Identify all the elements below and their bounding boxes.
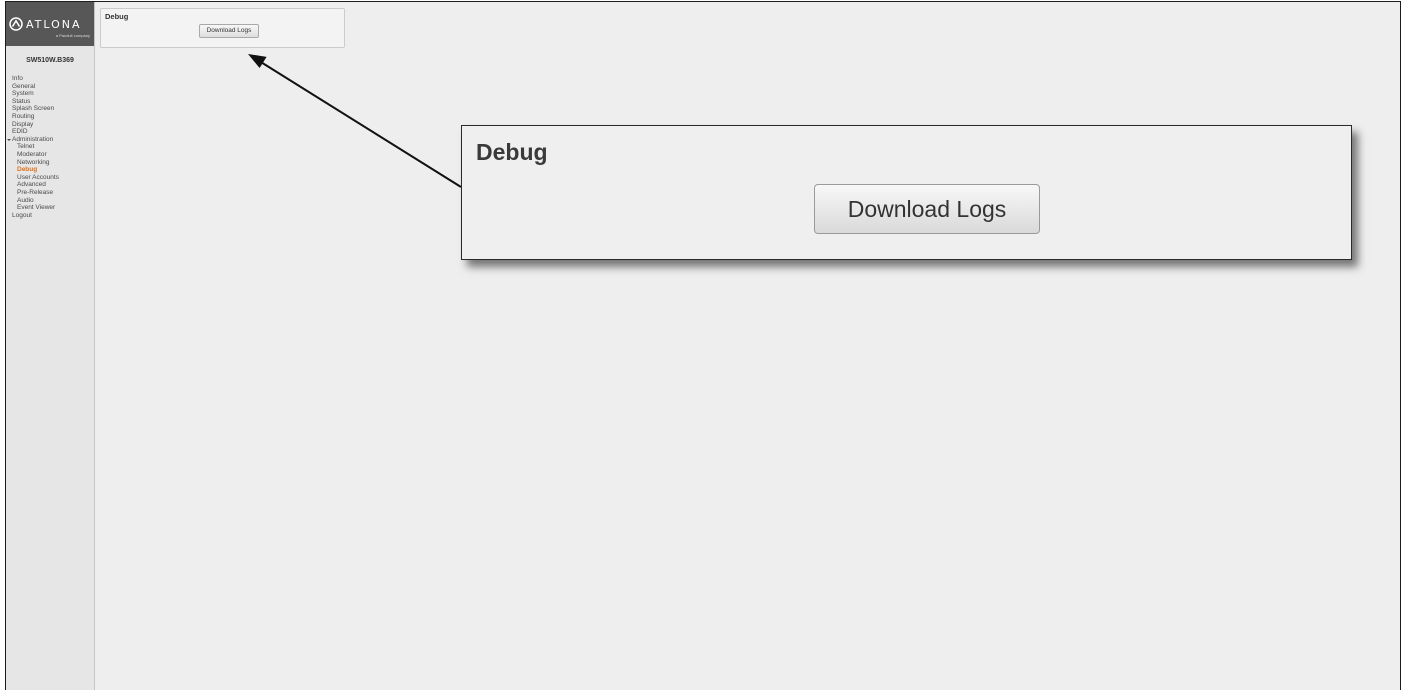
sidebar-item-event-viewer[interactable]: Event Viewer (6, 204, 94, 212)
sidebar-item-logout[interactable]: Logout (6, 212, 94, 220)
callout-title: Debug (476, 139, 548, 165)
device-name: SW510W.B369 (26, 57, 74, 64)
debug-panel: Debug Download Logs (100, 8, 345, 48)
sidebar-item-system[interactable]: System (6, 90, 94, 98)
sidebar-item-administration-label: Administration (12, 135, 54, 143)
sidebar-item-advanced[interactable]: Advanced (6, 181, 94, 189)
sidebar: ATLONA a Panduit company SW510W.B369 Inf… (6, 2, 95, 690)
sidebar-item-moderator[interactable]: Moderator (6, 151, 94, 159)
atlona-logo-icon (9, 17, 23, 31)
zoom-callout: Debug Download Logs (461, 125, 1352, 260)
sidebar-item-administration[interactable]: Administration (6, 136, 94, 144)
sidebar-item-user-accounts[interactable]: User Accounts (6, 174, 94, 182)
debug-panel-title: Debug (105, 12, 129, 21)
sidebar-item-splash-screen[interactable]: Splash Screen (6, 105, 94, 113)
download-logs-button[interactable]: Download Logs (199, 24, 259, 38)
callout-download-logs-button: Download Logs (814, 184, 1040, 234)
browser-frame: ATLONA a Panduit company SW510W.B369 Inf… (5, 1, 1401, 690)
sidebar-item-info[interactable]: Info (6, 75, 94, 83)
sidebar-item-pre-release[interactable]: Pre-Release (6, 189, 94, 197)
sidebar-nav: Info General System Status Splash Screen… (6, 75, 94, 219)
sidebar-item-networking[interactable]: Networking (6, 159, 94, 167)
sidebar-item-routing[interactable]: Routing (6, 113, 94, 121)
sidebar-item-telnet[interactable]: Telnet (6, 143, 94, 151)
brand-name: ATLONA (26, 18, 82, 31)
brand-tagline: a Panduit company (55, 33, 90, 38)
sidebar-item-general[interactable]: General (6, 83, 94, 91)
sidebar-item-audio[interactable]: Audio (6, 197, 94, 205)
sidebar-item-edid[interactable]: EDID (6, 128, 94, 136)
brand-logo: ATLONA a Panduit company (6, 2, 94, 46)
callout-arrow (248, 54, 462, 188)
caret-down-icon (7, 138, 11, 141)
sidebar-item-status[interactable]: Status (6, 98, 94, 106)
sidebar-item-display[interactable]: Display (6, 121, 94, 129)
sidebar-item-debug[interactable]: Debug (6, 166, 94, 174)
